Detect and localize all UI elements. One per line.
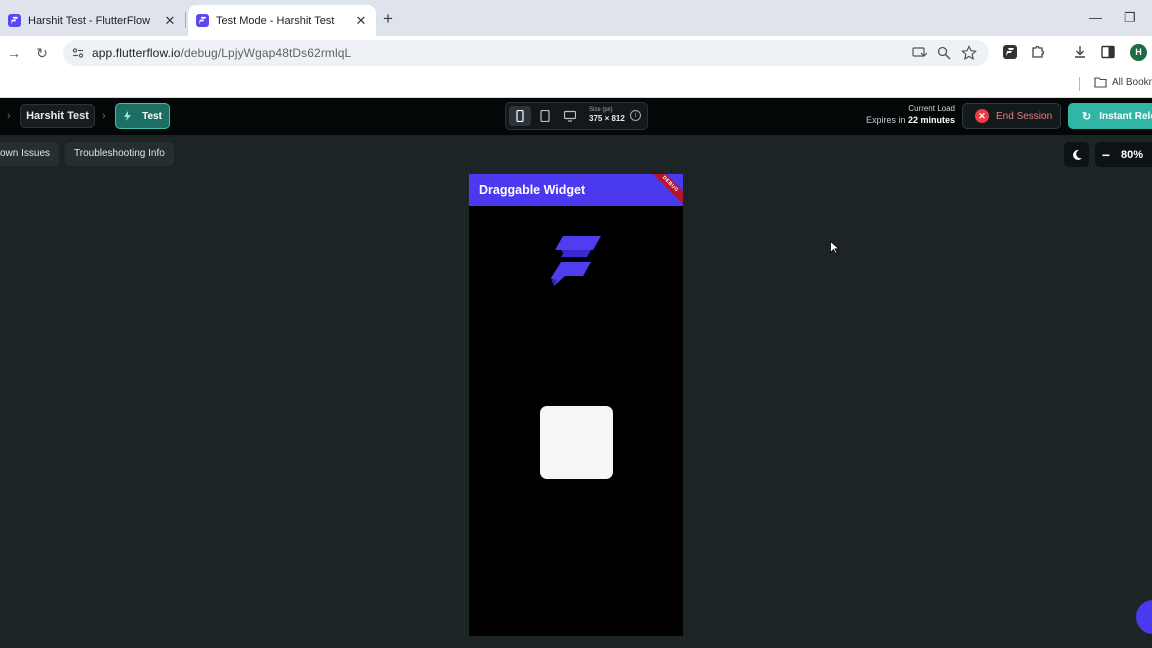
expires-value: 22 minutes: [907, 115, 955, 125]
app-bar-title: Draggable Widget: [479, 183, 586, 197]
bookmarks-bar: All Bookm: [0, 70, 1152, 98]
site-settings-icon[interactable]: [71, 46, 85, 60]
current-load-label: Current Load: [908, 104, 955, 113]
refresh-icon: ↻: [1082, 110, 1092, 123]
size-value: 375 × 812: [589, 114, 625, 123]
flutterflow-favicon-icon: [196, 14, 209, 27]
flutterflow-logo-icon: [551, 236, 601, 286]
tab-close-icon[interactable]: ✕: [354, 13, 368, 29]
end-session-button[interactable]: ✕ End Session: [962, 103, 1061, 129]
zoom-magnifier-icon[interactable]: [936, 45, 952, 61]
zoom-control: − 80%: [1095, 142, 1152, 167]
device-size-selector: Size (px) 375 × 812 i: [505, 102, 648, 130]
install-app-icon[interactable]: [911, 45, 927, 61]
download-icon[interactable]: [1072, 44, 1088, 60]
all-bookmarks-button[interactable]: All Bookm: [1094, 77, 1152, 88]
flutterflow-favicon-icon: [8, 14, 21, 27]
url-host: app.flutterflow.io: [92, 46, 181, 60]
tab-close-icon[interactable]: ✕: [163, 13, 177, 29]
restore-window-icon[interactable]: ❐: [1124, 10, 1136, 26]
draggable-box[interactable]: [540, 406, 613, 479]
extensions-puzzle-icon[interactable]: [1030, 44, 1046, 60]
breadcrumb-chevron-icon: ›: [7, 110, 11, 122]
zoom-out-button[interactable]: −: [1097, 147, 1115, 163]
troubleshooting-info-button[interactable]: Troubleshooting Info: [65, 142, 174, 166]
minimize-window-icon[interactable]: —: [1089, 10, 1102, 25]
side-panel-icon[interactable]: [1100, 44, 1116, 60]
folder-icon: [1094, 77, 1107, 88]
debug-banner: DEBUG: [647, 174, 683, 208]
mouse-cursor-icon: [830, 241, 839, 254]
zoom-level: 80%: [1121, 148, 1144, 161]
phone-icon: [516, 110, 524, 122]
instant-reload-label: Instant Relo: [1099, 110, 1152, 122]
dark-mode-toggle[interactable]: [1064, 142, 1089, 167]
app-preview-phone: Draggable Widget DEBUG: [469, 174, 683, 636]
forward-arrow-icon[interactable]: →: [5, 44, 23, 62]
known-issues-button[interactable]: own Issues: [0, 142, 60, 166]
url-text: app.flutterflow.io/debug/LpjyWgap48tDs62…: [92, 46, 351, 60]
close-circle-icon: ✕: [975, 109, 989, 123]
phone-device-button[interactable]: [509, 106, 531, 126]
size-label: Size (px): [589, 107, 613, 113]
app-bar: Draggable Widget DEBUG: [469, 174, 683, 208]
test-mode-label: Test: [142, 110, 162, 122]
address-bar[interactable]: app.flutterflow.io/debug/LpjyWgap48tDs62…: [63, 40, 989, 66]
info-icon[interactable]: i: [630, 110, 641, 121]
all-bookmarks-label: All Bookm: [1112, 77, 1152, 88]
browser-toolbar: → ↻ app.flutterflow.io/debug/LpjyWgap48t…: [0, 36, 1152, 70]
url-path: /debug/LpjyWgap48tDs62rmlqL: [180, 46, 352, 60]
lightning-bolt-icon: [124, 111, 132, 121]
bookmark-star-icon[interactable]: [961, 45, 977, 61]
profile-avatar[interactable]: H: [1130, 44, 1147, 61]
expires-prefix: Expires in: [865, 115, 906, 125]
desktop-icon: [564, 110, 576, 122]
bookmarks-divider: [1079, 77, 1080, 91]
tab-title: Test Mode - Harshit Test: [216, 14, 335, 27]
browser-tab-strip: Harshit Test - FlutterFlow ✕ Test Mode -…: [0, 0, 1152, 36]
expires-text: Expires in 22 minutes: [866, 115, 955, 125]
tablet-device-button[interactable]: [534, 106, 556, 126]
project-name-button[interactable]: Harshit Test: [20, 104, 95, 128]
end-session-label: End Session: [996, 110, 1053, 122]
session-load-info: Current Load Expires in 22 minutes: [866, 104, 955, 125]
instant-reload-button[interactable]: ↻ Instant Relo: [1068, 103, 1152, 129]
flutterflow-header: › Harshit Test › Test Size (px) 375 × 81…: [0, 98, 1152, 136]
moon-icon: [1072, 149, 1082, 160]
test-mode-button[interactable]: Test: [115, 103, 170, 129]
reload-icon[interactable]: ↻: [33, 44, 51, 62]
size-readout: Size (px) 375 × 812: [589, 107, 625, 123]
desktop-device-button[interactable]: [559, 106, 581, 126]
browser-tab-test-mode[interactable]: Test Mode - Harshit Test ✕: [188, 5, 376, 36]
new-tab-plus-icon[interactable]: +: [378, 9, 398, 29]
tab-divider: [185, 12, 186, 28]
browser-tab-flutterflow[interactable]: Harshit Test - FlutterFlow ✕: [0, 5, 185, 36]
breadcrumb-chevron-icon: ›: [102, 110, 106, 122]
tab-title: Harshit Test - FlutterFlow: [28, 14, 151, 27]
flutterflow-extension-icon[interactable]: [1002, 44, 1018, 60]
tablet-icon: [540, 110, 550, 122]
